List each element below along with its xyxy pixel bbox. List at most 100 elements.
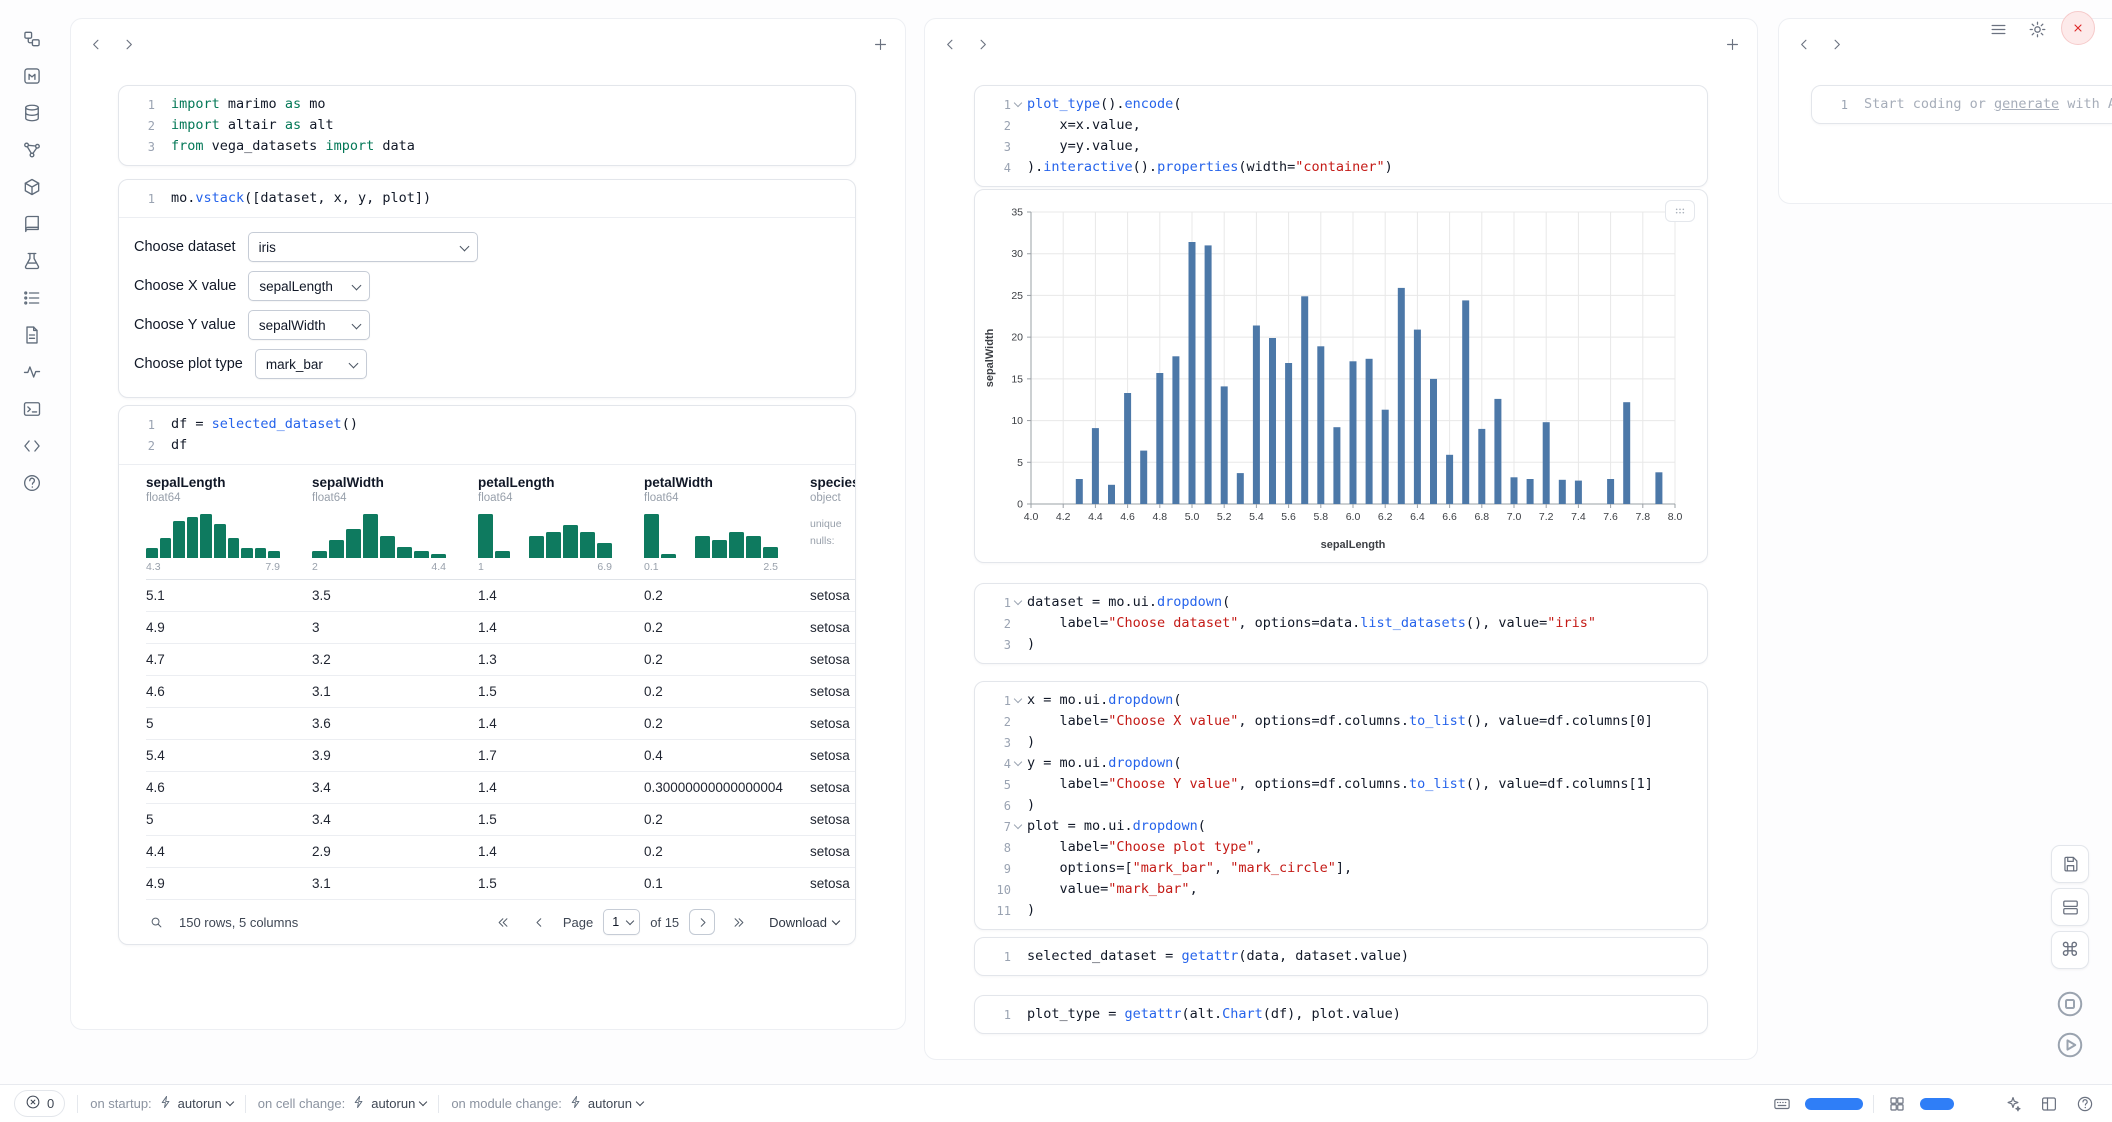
code-line[interactable]: 11) <box>985 900 1697 921</box>
layout-panels-icon[interactable] <box>2036 1091 2062 1117</box>
errors-button[interactable]: 0 <box>14 1090 65 1117</box>
dropdowns-code-editor[interactable]: 1x = mo.ui.dropdown(2 label="Choose X va… <box>975 682 1707 929</box>
next-page-button[interactable] <box>689 909 715 935</box>
code-line[interactable]: 2import altair as alt <box>129 115 845 136</box>
column-header-petalLength[interactable]: petalLengthfloat6416.9 <box>478 465 644 580</box>
selected-dataset-code-editor[interactable]: 1selected_dataset = getattr(data, datase… <box>975 938 1707 975</box>
column-right-button[interactable] <box>969 31 995 57</box>
prev-page-button[interactable] <box>527 909 553 935</box>
settings-gear-icon[interactable] <box>2024 16 2050 42</box>
terminal-panel-button[interactable] <box>17 396 47 422</box>
download-button[interactable]: Download <box>769 915 839 930</box>
code-line[interactable]: 6) <box>985 795 1697 816</box>
altair-bar-chart[interactable]: 4.04.24.44.64.85.05.25.45.65.86.06.26.46… <box>975 190 1707 563</box>
page-select[interactable]: 1 <box>603 909 640 935</box>
help-icon[interactable] <box>2072 1091 2098 1117</box>
fold-chevron-icon[interactable] <box>1011 816 1027 837</box>
code-line[interactable]: 2 x=x.value, <box>985 115 1697 136</box>
column-left-button[interactable] <box>937 31 963 57</box>
code-line[interactable]: 9 options=["mark_bar", "mark_circle"], <box>985 858 1697 879</box>
ai-sparkle-icon[interactable] <box>2000 1091 2026 1117</box>
help-panel-button[interactable] <box>17 470 47 496</box>
first-page-button[interactable] <box>491 909 517 935</box>
plot-type-code-editor[interactable]: 1plot_type = getattr(alt.Chart(df), plot… <box>975 996 1707 1033</box>
code-line[interactable]: 2 label="Choose X value", options=df.col… <box>985 711 1697 732</box>
fold-chevron-icon[interactable] <box>1011 753 1027 774</box>
table-search-button[interactable] <box>143 909 169 935</box>
choose-x-value-select[interactable]: sepalLength <box>248 271 370 301</box>
stop-icon[interactable] <box>2053 987 2087 1021</box>
choose-y-value-select[interactable]: sepalWidth <box>248 310 370 340</box>
scratch-code-editor[interactable]: 1 Start coding or generate with AI <box>1812 86 2112 123</box>
on-startup-autorun-button[interactable]: autorun <box>159 1095 233 1112</box>
fold-chevron-icon[interactable] <box>1011 690 1027 711</box>
column-left-button[interactable] <box>1791 31 1817 57</box>
dataset-code-editor[interactable]: 1dataset = mo.ui.dropdown(2 label="Choos… <box>975 584 1707 663</box>
notebook-file-panel-button[interactable] <box>17 63 47 89</box>
snippets-panel-button[interactable] <box>17 433 47 459</box>
code-line[interactable]: 3from vega_datasets import data <box>129 136 845 157</box>
code-line[interactable]: 1import marimo as mo <box>129 94 845 115</box>
code-line[interactable]: 1x = mo.ui.dropdown( <box>985 690 1697 711</box>
documentation-panel-button[interactable] <box>17 211 47 237</box>
add-cell-button[interactable] <box>1719 31 1745 57</box>
column-header-sepalWidth[interactable]: sepalWidthfloat6424.4 <box>312 465 478 580</box>
generate-with-ai-link[interactable]: generate <box>1994 96 2059 112</box>
code-line[interactable]: 10 value="mark_bar", <box>985 879 1697 900</box>
chart-drag-handle[interactable] <box>1665 200 1695 222</box>
packages-panel-button[interactable] <box>17 174 47 200</box>
primary-toggle[interactable] <box>1805 1098 1863 1110</box>
plot-expression-code-editor[interactable]: 1plot_type().encode(2 x=x.value,3 y=y.va… <box>975 86 1707 186</box>
code-line[interactable]: 3 y=y.value, <box>985 136 1697 157</box>
layout-rows-icon[interactable] <box>2051 888 2089 926</box>
data-sources-panel-button[interactable] <box>17 100 47 126</box>
outline-panel-button[interactable] <box>17 285 47 311</box>
column-header-petalWidth[interactable]: petalWidthfloat640.12.5 <box>644 465 810 580</box>
code-line[interactable]: 1plot_type = getattr(alt.Chart(df), plot… <box>985 1004 1697 1025</box>
code-line[interactable]: 2df <box>129 435 845 456</box>
file-contents-panel-button[interactable] <box>17 322 47 348</box>
run-icon[interactable] <box>2053 1028 2087 1062</box>
vstack-code-editor[interactable]: 1mo.vstack([dataset, x, y, plot]) <box>119 180 855 217</box>
code-line[interactable]: 1selected_dataset = getattr(data, datase… <box>985 946 1697 967</box>
close-panel-icon[interactable] <box>2061 11 2095 45</box>
on-cell-change-autorun-button[interactable]: autorun <box>352 1095 426 1112</box>
code-line[interactable]: 3) <box>985 634 1697 655</box>
fold-chevron-icon[interactable] <box>1011 592 1027 613</box>
add-cell-button[interactable] <box>867 31 893 57</box>
code-line[interactable]: 1plot_type().encode( <box>985 94 1697 115</box>
choose-plot-type-select[interactable]: mark_bar <box>255 349 367 379</box>
workspace-files-panel-button[interactable] <box>17 26 47 52</box>
dataframe-code-editor[interactable]: 1df = selected_dataset()2df <box>119 406 855 464</box>
column-right-button[interactable] <box>115 31 141 57</box>
code-line[interactable]: 1mo.vstack([dataset, x, y, plot]) <box>129 188 845 209</box>
column-header-sepalLength[interactable]: sepalLengthfloat644.37.9 <box>146 465 312 580</box>
code-line[interactable]: 1df = selected_dataset() <box>129 414 845 435</box>
keyboard-icon[interactable] <box>1769 1091 1795 1117</box>
experiments-panel-button[interactable] <box>17 248 47 274</box>
column-left-button[interactable] <box>83 31 109 57</box>
column-header-species[interactable]: speciesobjectuniquenulls: <box>810 465 856 580</box>
save-icon[interactable] <box>2051 845 2089 883</box>
dependency-graph-panel-button[interactable] <box>17 137 47 163</box>
choose-dataset-select[interactable]: iris <box>248 232 478 262</box>
code-line[interactable]: 4).interactive().properties(width="conta… <box>985 157 1697 178</box>
command-palette-icon[interactable]: ⌘ <box>2051 931 2089 969</box>
menu-icon[interactable] <box>1985 16 2011 42</box>
tracing-panel-button[interactable] <box>17 359 47 385</box>
code-line[interactable]: 8 label="Choose plot type", <box>985 837 1697 858</box>
line-number: 2 <box>985 711 1011 732</box>
code-line[interactable]: 5 label="Choose Y value", options=df.col… <box>985 774 1697 795</box>
secondary-toggle[interactable] <box>1920 1098 1954 1110</box>
imports-code-editor[interactable]: 1import marimo as mo2import altair as al… <box>119 86 855 165</box>
column-right-button[interactable] <box>1823 31 1849 57</box>
code-line[interactable]: 7plot = mo.ui.dropdown( <box>985 816 1697 837</box>
code-line[interactable]: 2 label="Choose dataset", options=data.l… <box>985 613 1697 634</box>
grid-view-icon[interactable] <box>1884 1091 1910 1117</box>
last-page-button[interactable] <box>725 909 751 935</box>
code-line[interactable]: 1dataset = mo.ui.dropdown( <box>985 592 1697 613</box>
code-line[interactable]: 4y = mo.ui.dropdown( <box>985 753 1697 774</box>
on-module-change-autorun-button[interactable]: autorun <box>569 1095 643 1112</box>
fold-chevron-icon[interactable] <box>1011 94 1027 115</box>
code-line[interactable]: 3) <box>985 732 1697 753</box>
